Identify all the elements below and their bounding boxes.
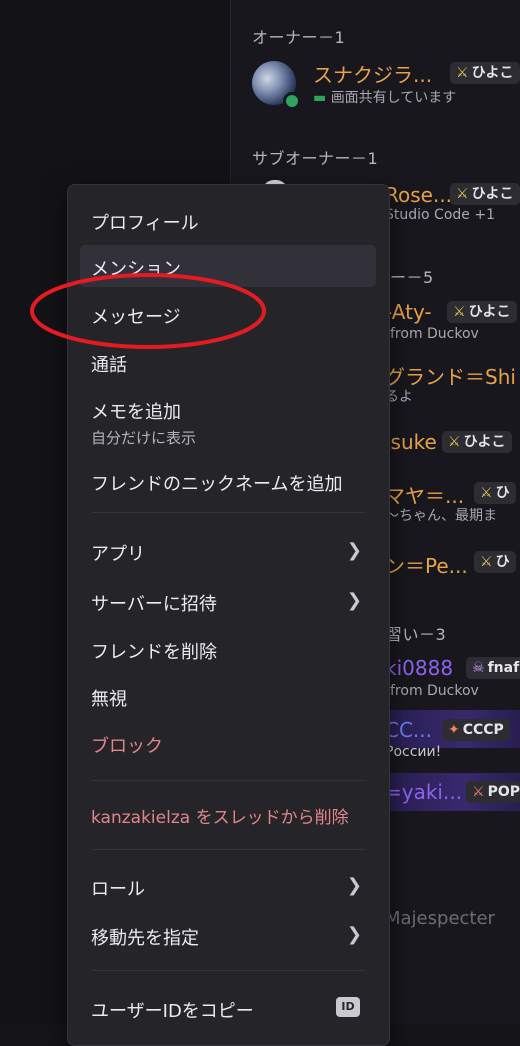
member-name[interactable]: CC...: [385, 718, 432, 742]
member-status: России!: [385, 744, 442, 760]
sword-icon: ⚔: [480, 554, 493, 570]
screen-share-icon: ▬: [313, 90, 331, 106]
menu-item-profile[interactable]: プロフィール: [80, 199, 376, 241]
role-tag: ⚔ POP: [466, 781, 520, 803]
menu-separator: [92, 780, 365, 781]
menu-item-invite-to-server[interactable]: サーバーに招待 ❯: [80, 580, 376, 622]
member-name[interactable]: ki0888: [385, 656, 453, 680]
role-tag: ⚔ ひ: [474, 482, 516, 504]
sword-icon: ⚔: [448, 434, 461, 450]
role-tag: ⚔ ひよこ: [442, 431, 512, 453]
group-heading-3: ー－5: [390, 268, 434, 287]
menu-item-block[interactable]: ブロック: [80, 722, 376, 764]
sword-icon: ⚔: [456, 65, 469, 81]
chevron-right-icon: ❯: [346, 590, 362, 611]
sword-icon: ⚔: [480, 485, 493, 501]
menu-separator: [92, 512, 365, 513]
menu-separator: [92, 849, 365, 850]
skull-icon: ☠: [472, 660, 485, 676]
menu-item-ignore[interactable]: 無視: [80, 675, 376, 717]
chevron-right-icon: ❯: [346, 540, 362, 561]
id-icon: ID: [336, 997, 360, 1017]
role-tag: ☠ fnaf: [466, 657, 520, 679]
role-tag: ⚔ ひよこ: [450, 183, 520, 205]
chevron-right-icon: ❯: [346, 875, 362, 896]
member-status: Studio Code +1: [385, 207, 495, 223]
menu-item-copy-user-id[interactable]: ユーザーIDをコピー ID: [80, 987, 376, 1029]
group-heading-sub-owner: サブオーナー－1: [252, 149, 379, 168]
role-tag: ⚔ ひ: [474, 551, 516, 573]
role-tag: ⚔ ひよこ: [450, 62, 520, 84]
member-name[interactable]: Majespecter: [385, 908, 495, 929]
star-icon: ✦: [448, 722, 460, 738]
sword-icon: ⚔: [453, 304, 466, 320]
member-name[interactable]: =yaki...: [385, 780, 462, 804]
role-tag: ⚔ ひよこ: [447, 301, 517, 323]
menu-item-remove-friend[interactable]: フレンドを削除: [80, 628, 376, 670]
member-name[interactable]: スナクジラ...: [313, 59, 432, 88]
member-status: from Duckov: [390, 326, 479, 342]
group-heading-owner: オーナー－1: [252, 28, 346, 47]
group-heading-4: 習い－3: [386, 625, 447, 644]
menu-item-remove-from-thread[interactable]: kanzakielza をスレッドから削除: [80, 793, 376, 835]
online-status-dot: [283, 92, 301, 110]
member-status: ▬ 画面共有しています: [313, 90, 457, 106]
menu-item-add-friend-nickname[interactable]: フレンドのニックネームを追加: [80, 460, 376, 502]
menu-item-apps[interactable]: アプリ ❯: [80, 530, 376, 572]
menu-item-move-to[interactable]: 移動先を指定 ❯: [80, 914, 376, 956]
menu-item-mention[interactable]: メンション: [80, 245, 376, 287]
chevron-right-icon: ❯: [346, 924, 362, 945]
member-status: ～ちゃん、最期ま: [385, 508, 497, 524]
user-context-menu: プロフィール メンション メッセージ 通話 メモを追加 自分だけに表示 フレンド…: [67, 184, 390, 1046]
menu-item-roles[interactable]: ロール ❯: [80, 865, 376, 907]
member-name[interactable]: ン＝Pe...: [385, 550, 468, 579]
sword-icon: ⚔: [456, 186, 469, 202]
member-name[interactable]: lsuke: [385, 430, 437, 454]
menu-item-add-note[interactable]: メモを追加 自分だけに表示: [80, 388, 376, 450]
menu-separator: [92, 970, 365, 971]
member-status: from Duckov: [390, 683, 479, 699]
role-tag: ✦ CCCP: [442, 719, 510, 741]
member-name[interactable]: Rose...: [385, 183, 452, 207]
sword-icon: ⚔: [472, 784, 485, 800]
menu-item-message[interactable]: メッセージ: [80, 293, 376, 335]
menu-item-call[interactable]: 通話: [80, 341, 376, 383]
member-name[interactable]: -Aty-: [385, 300, 432, 324]
menu-item-hint: 自分だけに表示: [91, 429, 197, 447]
